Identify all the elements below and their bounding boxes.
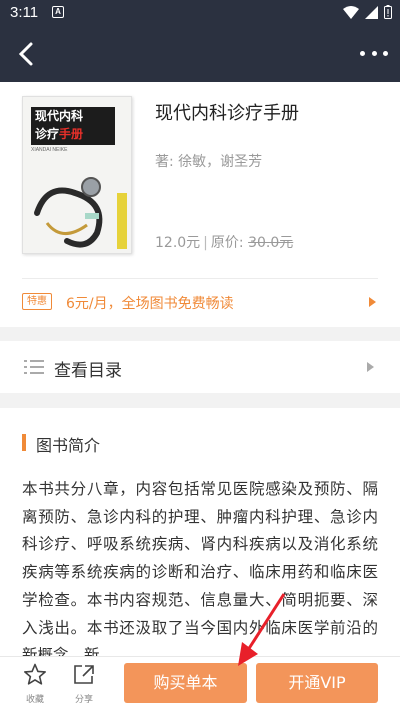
catalog-label: 查看目录 xyxy=(54,361,122,381)
book-title: 现代内科诊疗手册 xyxy=(155,103,299,124)
open-vip-button[interactable]: 开通VIP xyxy=(256,663,378,703)
back-arrow-icon xyxy=(18,42,33,66)
favorite-label: 收藏 xyxy=(25,695,44,705)
wifi-icon xyxy=(343,5,359,19)
notification-icon: A xyxy=(52,6,64,18)
star-icon xyxy=(24,663,46,685)
buy-single-button[interactable]: 购买单本 xyxy=(124,663,247,703)
favorite-button[interactable]: 收藏 xyxy=(13,663,57,707)
bottom-action-bar: 收藏 分享 购买单本 开通VIP xyxy=(0,656,400,710)
book-info-card: 现代内科 诊疗手册 XIANDAI NEIKE 现代内科诊疗手册 著: 徐敏，谢… xyxy=(0,82,400,327)
signal-icon xyxy=(365,5,378,19)
price: 12.0元 xyxy=(155,235,201,251)
intro-heading: 图书简介 xyxy=(36,436,101,455)
more-dot-icon xyxy=(371,50,377,56)
cover-title-line2b: 手册 xyxy=(59,127,84,141)
status-time: 3:11 xyxy=(10,4,39,21)
more-options-button[interactable] xyxy=(360,46,388,60)
heading-accent-bar xyxy=(22,434,26,451)
nav-bar xyxy=(0,26,400,82)
back-button[interactable] xyxy=(12,40,42,68)
promo-link[interactable]: 6元/月，全场图书免费畅读 xyxy=(66,293,234,313)
share-label: 分享 xyxy=(74,695,93,705)
book-author: 著: 徐敏，谢圣芳 xyxy=(155,154,263,170)
share-icon xyxy=(74,665,94,684)
cover-title: 现代内科 诊疗手册 xyxy=(31,107,115,145)
cover-title-line2a: 诊疗 xyxy=(35,127,60,141)
cover-title-line1: 现代内科 xyxy=(35,109,84,123)
status-icons xyxy=(343,5,392,19)
original-price: 30.0元 xyxy=(248,235,294,251)
chevron-right-icon xyxy=(367,362,374,372)
divider xyxy=(22,278,378,279)
promo-arrow-icon xyxy=(369,297,376,307)
intro-text: 本书共分八章，内容包括常见医院感染及预防、隔离预防、急诊内科的护理、肿瘤内科护理… xyxy=(22,480,378,664)
more-dot-icon xyxy=(383,50,388,56)
more-dot-icon xyxy=(360,50,365,56)
list-icon xyxy=(24,360,44,374)
status-bar: 3:11 A xyxy=(0,0,400,26)
battery-icon xyxy=(384,5,392,19)
original-price-label: 原价: xyxy=(210,235,244,251)
view-catalog-row[interactable]: 查看目录 xyxy=(0,341,400,393)
price-row: 12.0元 | 原价: 30.0元 xyxy=(155,235,294,251)
book-cover[interactable]: 现代内科 诊疗手册 XIANDAI NEIKE xyxy=(22,96,132,254)
share-button[interactable]: 分享 xyxy=(62,663,106,707)
cover-strip xyxy=(117,193,127,249)
promo-badge: 特惠 xyxy=(22,293,52,310)
stethoscope-image xyxy=(34,177,103,248)
